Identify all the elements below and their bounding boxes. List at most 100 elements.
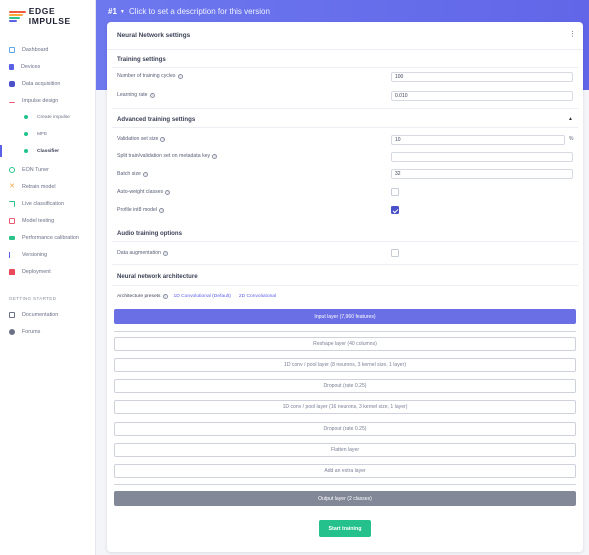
sidebar-item-label: Retrain model xyxy=(22,183,56,190)
card-header: Neural Network settings ⋮ xyxy=(107,22,583,50)
sidebar-item-model-testing[interactable]: Model testing xyxy=(0,214,96,227)
status-dot-icon xyxy=(24,115,28,119)
device-icon xyxy=(9,63,14,70)
data-augmentation-label-text: Data augmentation xyxy=(117,250,161,256)
sidebar-subitem-label: Classifier xyxy=(37,148,60,154)
sidebar-item-label: Live classification xyxy=(22,200,64,207)
help-icon[interactable]: ? xyxy=(212,153,218,159)
batch-size-input[interactable]: 32 xyxy=(391,169,573,179)
architecture-presets: Architecture presets? 1D Convolutional (… xyxy=(117,294,276,299)
section-label: GETTING STARTED xyxy=(9,296,57,301)
split-metadata-input[interactable] xyxy=(391,152,573,162)
sidebar-item-label: Documentation xyxy=(22,311,59,318)
sidebar: EDGE IMPULSE Dashboard Devices Data acqu… xyxy=(0,0,96,555)
preset-2d-conv-link[interactable]: 2D Convolutional xyxy=(239,294,276,299)
layer-conv1d-2[interactable]: 1D conv / pool layer (16 neurons, 3 kern… xyxy=(114,400,576,414)
pulse-icon xyxy=(9,99,15,103)
sidebar-item-data-acquisition[interactable]: Data acquisition xyxy=(0,77,96,90)
auto-weight-label-text: Auto-weight classes xyxy=(117,189,164,195)
testing-icon xyxy=(9,217,15,224)
help-icon[interactable]: ? xyxy=(142,171,148,177)
section-nn-architecture: Neural network architecture xyxy=(117,273,198,280)
help-icon[interactable]: ? xyxy=(160,136,166,142)
collapse-caret-icon[interactable]: ▲ xyxy=(568,116,573,122)
divider xyxy=(112,241,578,242)
retrain-icon: ✕ xyxy=(9,182,15,190)
divider xyxy=(112,127,578,128)
sidebar-item-deployment[interactable]: Deployment xyxy=(0,265,96,278)
section-training-settings: Training settings xyxy=(117,56,166,63)
auto-weight-label: Auto-weight classes? xyxy=(117,189,171,195)
sidebar-subitem-create-impulse[interactable]: Create impulse xyxy=(0,111,96,123)
sidebar-item-documentation[interactable]: Documentation xyxy=(0,308,96,321)
sidebar-item-dashboard[interactable]: Dashboard xyxy=(0,43,96,56)
sidebar-item-label: EON Tuner xyxy=(22,166,49,173)
training-cycles-input[interactable]: 100 xyxy=(391,72,573,82)
sidebar-item-live-classification[interactable]: Live classification xyxy=(0,197,96,210)
batch-size-label: Batch size? xyxy=(117,171,148,177)
sidebar-item-forums[interactable]: Forums xyxy=(0,325,96,338)
layer-flatten[interactable]: Flatten layer xyxy=(114,443,576,457)
more-options-icon[interactable]: ⋮ xyxy=(569,30,576,40)
caret-down-icon: ▼ xyxy=(119,8,125,15)
sidebar-item-versioning[interactable]: Versioning xyxy=(0,248,96,261)
help-icon[interactable]: ? xyxy=(177,73,183,79)
profile-int8-label-text: Profile int8 model xyxy=(117,207,158,213)
help-icon[interactable]: ? xyxy=(165,189,171,195)
data-augmentation-label: Data augmentation? xyxy=(117,250,168,256)
sidebar-subitem-classifier[interactable]: Classifier xyxy=(0,145,96,157)
learning-rate-label: Learning rate? xyxy=(117,92,155,98)
sidebar-item-label: Forums xyxy=(22,328,41,335)
divider xyxy=(112,108,578,109)
layer-reshape[interactable]: Reshape layer (40 columns) xyxy=(114,337,576,351)
layer-separator xyxy=(114,331,576,332)
sidebar-item-label: Model testing xyxy=(22,217,55,224)
auto-weight-checkbox[interactable] xyxy=(391,188,399,196)
layer-dropout-2[interactable]: Dropout (rate 0.25) xyxy=(114,422,576,436)
input-layer[interactable]: Input layer (7,960 features) xyxy=(114,309,576,324)
divider xyxy=(112,285,578,286)
sidebar-item-performance-calibration[interactable]: Performance calibration xyxy=(0,231,96,244)
versioning-icon xyxy=(9,251,15,258)
start-training-button[interactable]: Start training xyxy=(319,520,371,537)
divider xyxy=(112,67,578,68)
section-audio-options: Audio training options xyxy=(117,230,182,237)
preset-1d-conv-link[interactable]: 1D Convolutional (Default) xyxy=(174,294,231,299)
training-cycles-label-text: Number of training cycles xyxy=(117,73,176,79)
layer-separator xyxy=(114,484,576,485)
version-description[interactable]: Click to set a description for this vers… xyxy=(129,7,270,16)
status-dot-icon xyxy=(24,132,28,136)
brand-logo[interactable]: EDGE IMPULSE xyxy=(9,6,95,26)
sidebar-item-label: Impulse design xyxy=(22,97,59,104)
section-advanced-settings[interactable]: Advanced training settings xyxy=(117,116,195,123)
output-layer[interactable]: Output layer (2 classes) xyxy=(114,491,576,506)
learning-rate-input[interactable]: 0.010 xyxy=(391,91,573,101)
layer-conv1d-1[interactable]: 1D conv / pool layer (8 neurons, 3 kerne… xyxy=(114,358,576,372)
profile-int8-checkbox[interactable] xyxy=(391,206,399,214)
data-augmentation-checkbox[interactable] xyxy=(391,249,399,257)
add-layer-button[interactable]: Add an extra layer xyxy=(114,464,576,478)
sidebar-item-label: Versioning xyxy=(22,251,48,258)
version-selector[interactable]: #1 ▼ xyxy=(108,7,125,16)
nn-settings-card: Neural Network settings ⋮ Training setti… xyxy=(107,22,583,552)
presets-label: Architecture presets xyxy=(117,294,161,299)
help-icon[interactable]: ? xyxy=(162,294,168,299)
forums-icon xyxy=(9,328,15,335)
sidebar-subitem-mfe[interactable]: MFE xyxy=(0,128,96,140)
layer-dropout-1[interactable]: Dropout (rate 0.25) xyxy=(114,379,576,393)
live-icon xyxy=(9,200,15,207)
sidebar-item-eon-tuner[interactable]: EON Tuner xyxy=(0,163,96,176)
validation-size-label: Validation set size? xyxy=(117,136,166,142)
logo-icon xyxy=(9,11,26,22)
sidebar-item-devices[interactable]: Devices xyxy=(0,60,96,73)
help-icon[interactable]: ? xyxy=(149,92,155,98)
batch-size-label-text: Batch size xyxy=(117,171,141,177)
validation-size-input[interactable]: 10 xyxy=(391,135,565,145)
help-icon[interactable]: ? xyxy=(162,250,168,256)
learning-rate-label-text: Learning rate xyxy=(117,92,148,98)
sidebar-item-retrain-model[interactable]: ✕ Retrain model xyxy=(0,180,96,193)
help-icon[interactable]: ? xyxy=(159,207,165,213)
sidebar-item-label: Data acquisition xyxy=(22,80,61,87)
sidebar-item-impulse-design[interactable]: Impulse design xyxy=(0,94,96,107)
divider xyxy=(112,264,578,265)
